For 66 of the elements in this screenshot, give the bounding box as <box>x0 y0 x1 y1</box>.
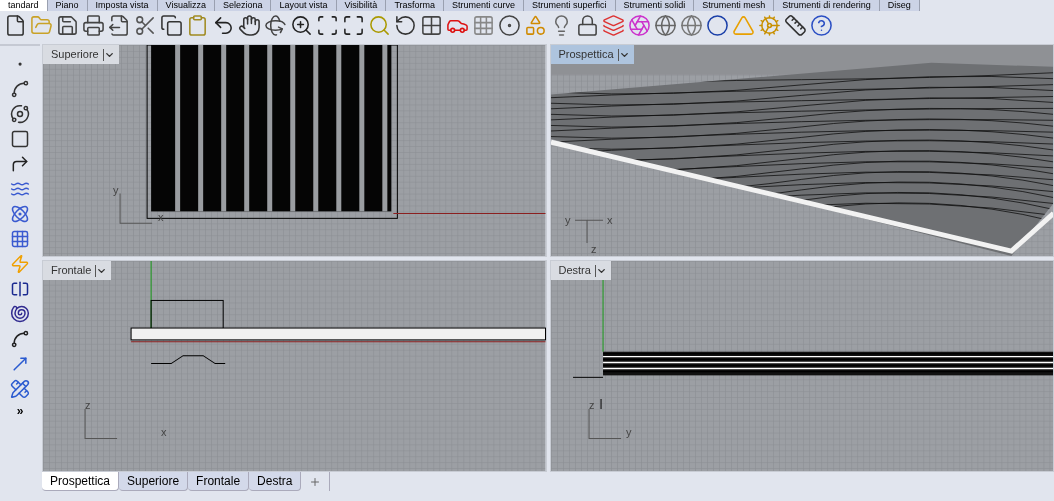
file-icon[interactable] <box>4 14 27 37</box>
viewport-tab[interactable]: Prospettica <box>42 472 120 491</box>
ribbon-tab[interactable]: Strumenti di rendering <box>774 0 880 11</box>
axis-label: y <box>113 183 119 196</box>
arc-icon[interactable] <box>10 329 30 349</box>
ribbon-tab[interactable]: Seleziona <box>214 0 272 11</box>
viewport-title-tab[interactable]: Destra <box>550 261 611 280</box>
ribbon-tab[interactable]: tandard <box>0 0 48 11</box>
rectangle-icon[interactable] <box>10 129 30 149</box>
axis-lines <box>574 219 604 244</box>
ribbon-tab[interactable]: Layout vista <box>271 0 337 11</box>
help-icon[interactable] <box>810 14 833 37</box>
ribbon-tab[interactable]: Visibilità <box>336 0 387 11</box>
circle-point-icon[interactable] <box>498 14 521 37</box>
ribbon-tab[interactable]: Strumenti curve <box>444 0 525 11</box>
viewport-tab[interactable]: Destra <box>249 472 302 491</box>
axis-label: y <box>625 426 632 439</box>
viewport-tab[interactable]: Frontale <box>188 472 250 491</box>
viewport-title-tab[interactable]: Prospettica <box>550 45 634 64</box>
undo-icon[interactable] <box>212 14 235 37</box>
axis-lines <box>588 408 622 439</box>
save-icon[interactable] <box>56 14 79 37</box>
axis-label: z <box>85 398 91 411</box>
copy-icon[interactable] <box>160 14 183 37</box>
viewport-title-tab[interactable]: Superiore <box>43 45 119 64</box>
ribbon-tab[interactable]: Piano <box>47 0 88 11</box>
viewport-tab[interactable]: Superiore <box>119 472 189 491</box>
axis-label: z <box>590 243 597 255</box>
ribbon-tab[interactable]: Imposta vista <box>87 0 158 11</box>
ribbon-tab[interactable]: Strumenti superfici <box>524 0 616 11</box>
viewport[interactable]: Destra z y <box>549 260 1054 472</box>
page-export-icon[interactable] <box>108 14 131 37</box>
add-icon <box>309 475 322 488</box>
viewport-title-tab[interactable]: Frontale <box>43 261 112 280</box>
axis-label: x <box>158 211 164 224</box>
zoom-extents-icon[interactable] <box>342 14 365 37</box>
axis-label: y <box>564 214 570 227</box>
hand-icon[interactable] <box>238 14 261 37</box>
dropdown-caret-icon <box>617 48 630 61</box>
dropdown-caret-icon <box>594 264 607 277</box>
ribbon-tab[interactable]: Strumenti mesh <box>694 0 775 11</box>
axis-label: x <box>161 426 167 439</box>
cut-icon[interactable] <box>134 14 157 37</box>
layers-icon[interactable] <box>602 14 625 37</box>
axis-lines <box>84 408 118 439</box>
dropdown-caret-icon <box>102 48 115 61</box>
ribbon-tab[interactable]: Trasforma <box>386 0 445 11</box>
axis-label: x <box>606 214 613 227</box>
ribbon-tab[interactable]: Visualizza <box>157 0 215 11</box>
lock-icon[interactable] <box>576 14 599 37</box>
ribbon-tab[interactable]: Strumenti solidi <box>615 0 695 11</box>
axis-label: z <box>588 398 595 411</box>
clipboard-icon[interactable] <box>186 14 209 37</box>
undo-view-icon[interactable] <box>394 14 417 37</box>
viewport[interactable]: Frontale z x <box>42 260 547 472</box>
viewport[interactable]: Prospettica y x z <box>549 44 1054 257</box>
more-tools-button[interactable]: » <box>16 404 24 418</box>
viewport[interactable]: Superiore y x <box>42 44 547 257</box>
ribbon-tab[interactable]: Diseg <box>879 0 920 11</box>
four-viewports-icon[interactable] <box>420 14 443 37</box>
zoom-window-icon[interactable] <box>316 14 339 37</box>
zoom-in-icon[interactable] <box>290 14 313 37</box>
axis-lines <box>119 193 153 224</box>
curve-icon[interactable] <box>10 79 30 99</box>
print-icon[interactable] <box>82 14 105 37</box>
dropdown-caret-icon <box>95 264 108 277</box>
